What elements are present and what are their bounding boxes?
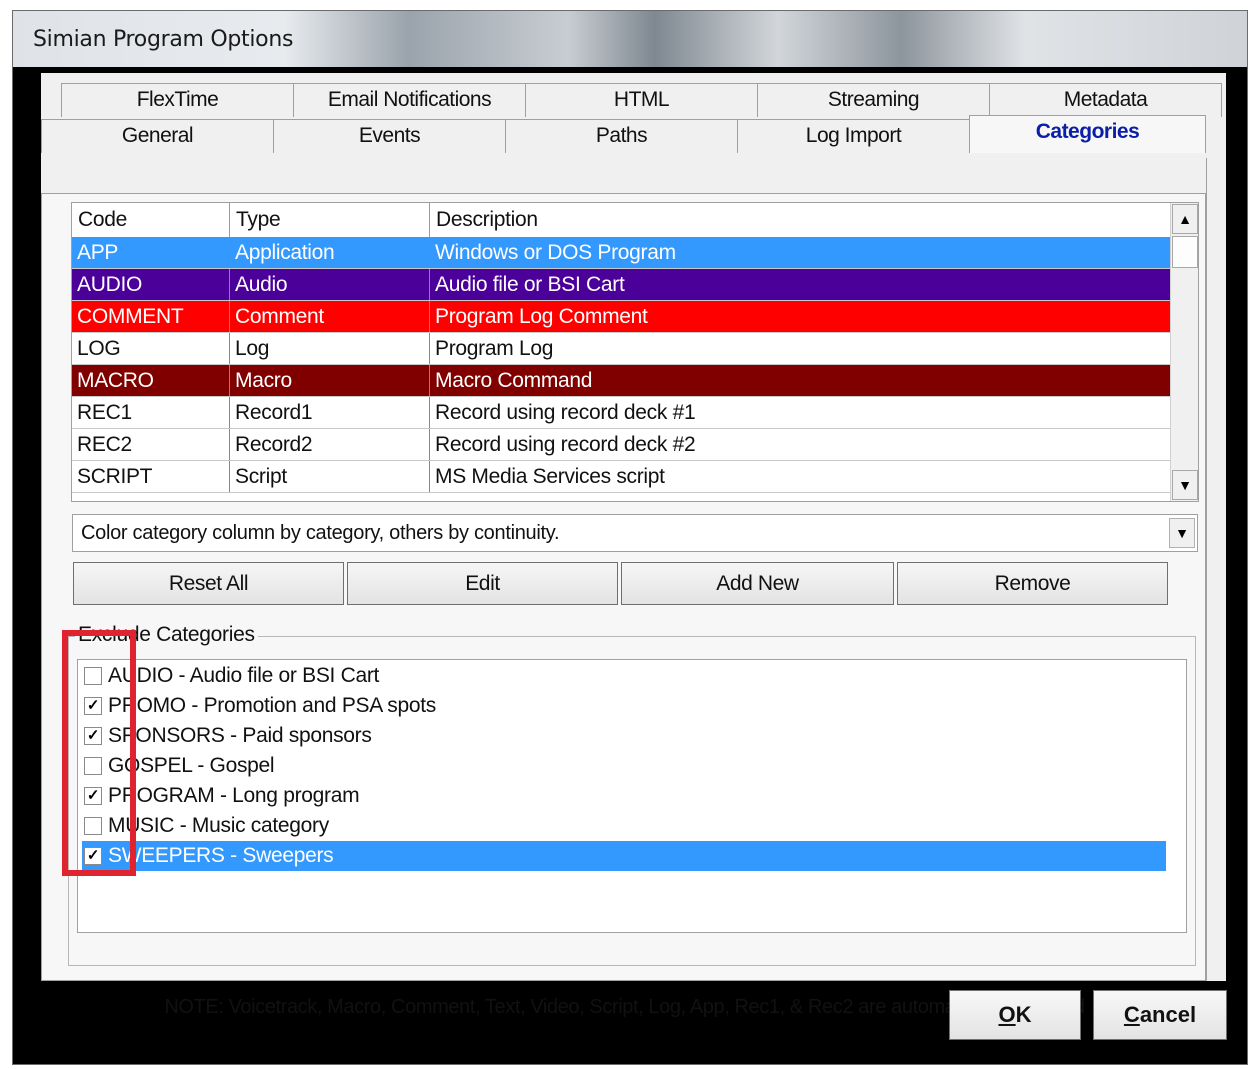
tab-control: FlexTime Email Notifications HTML Stream…: [41, 73, 1226, 1018]
grid-cell-type: Script: [230, 461, 430, 492]
grid-cell-description: Program Log: [435, 337, 554, 360]
categories-page: Code Type Description APP Application Wind…: [41, 193, 1206, 1018]
add-new-button[interactable]: Add New: [621, 562, 894, 605]
col-code-header[interactable]: Code: [72, 203, 230, 237]
cancel-label-rest: ancel: [1139, 1002, 1197, 1027]
cancel-button[interactable]: Cancel: [1093, 990, 1227, 1040]
scroll-up-icon[interactable]: ▲: [1172, 204, 1198, 234]
tab-metadata[interactable]: Metadata: [989, 83, 1222, 117]
exclude-item-label: PROMO - Promotion and PSA spots: [108, 694, 437, 717]
scroll-down-icon[interactable]: ▼: [1172, 470, 1198, 500]
exclude-item-label: PROGRAM - Long program: [108, 784, 360, 807]
exclude-item-label: SWEEPERS - Sweepers: [108, 844, 334, 867]
highlight-box: [62, 630, 136, 876]
table-row[interactable]: MACRO Macro Macro Command: [72, 365, 1170, 397]
coloring-mode-value: Color category column by category, other…: [81, 522, 560, 544]
grid-cell-code: COMMENT: [72, 301, 230, 332]
tab-events[interactable]: Events: [273, 119, 506, 153]
table-row[interactable]: COMMENT Comment Program Log Comment: [72, 301, 1170, 333]
tab-panel-edge: [1206, 158, 1226, 981]
grid-cell-description: Macro Command: [435, 369, 593, 392]
table-row[interactable]: APP Application Windows or DOS Program: [72, 237, 1170, 269]
title-bar[interactable]: Simian Program Options: [13, 11, 1247, 67]
tab-paths[interactable]: Paths: [505, 119, 738, 153]
grid-cell-description: Record using record deck #1: [435, 401, 696, 424]
table-row[interactable]: SCRIPT Script MS Media Services script: [72, 461, 1170, 493]
list-item[interactable]: ✓ SPONSORS - Paid sponsors: [82, 721, 1166, 751]
grid-cell-code: APP: [72, 237, 230, 268]
chevron-down-icon[interactable]: ▼: [1169, 518, 1195, 548]
grid-cell-description: Windows or DOS Program: [435, 241, 676, 264]
exclude-categories-list[interactable]: AUDIO - Audio file or BSI Cart ✓ PROMO - P…: [77, 659, 1187, 933]
edit-button[interactable]: Edit: [347, 562, 618, 605]
table-row[interactable]: LOG Log Program Log: [72, 333, 1170, 365]
grid-header: Code Type Description: [72, 203, 1170, 238]
tab-general[interactable]: General: [41, 119, 274, 153]
grid-cell-type: Comment: [230, 301, 430, 332]
tab-html[interactable]: HTML: [525, 83, 758, 117]
list-item[interactable]: AUDIO - Audio file or BSI Cart: [82, 661, 1166, 691]
tab-categories[interactable]: Categories: [969, 115, 1206, 153]
table-row[interactable]: AUDIO Audio Audio file or BSI Cart: [72, 269, 1170, 301]
list-item[interactable]: ✓ SWEEPERS - Sweepers: [82, 841, 1166, 871]
table-row[interactable]: REC1 Record1 Record using record deck #1: [72, 397, 1170, 429]
grid-cell-type: Audio: [230, 269, 430, 300]
list-item[interactable]: GOSPEL - Gospel: [82, 751, 1166, 781]
tab-flextime[interactable]: FlexTime: [61, 83, 294, 117]
ok-mnemonic: O: [998, 1002, 1016, 1027]
remove-button[interactable]: Remove: [897, 562, 1168, 605]
grid-scrollbar[interactable]: ▲ ▼: [1170, 203, 1198, 501]
col-type-header[interactable]: Type: [230, 203, 430, 237]
grid-cell-code: MACRO: [72, 365, 230, 396]
list-item[interactable]: MUSIC - Music category: [82, 811, 1166, 841]
exclude-item-label: SPONSORS - Paid sponsors: [108, 724, 372, 747]
col-description-header[interactable]: Description: [430, 203, 1170, 237]
ok-button[interactable]: OK: [949, 990, 1081, 1040]
grid-cell-description: MS Media Services script: [435, 465, 665, 488]
grid-cell-type: Log: [230, 333, 430, 364]
tab-log-import[interactable]: Log Import: [737, 119, 970, 153]
grid-cell-code: LOG: [72, 333, 230, 364]
ok-label-rest: K: [1015, 1002, 1032, 1027]
table-row[interactable]: REC2 Record2 Record using record deck #2: [72, 429, 1170, 461]
grid-cell-code: AUDIO: [72, 269, 230, 300]
grid-cell-description: Program Log Comment: [435, 305, 648, 328]
grid-cell-description: Record using record deck #2: [435, 433, 696, 456]
options-window: Simian Program Options FlexTime Email No…: [12, 10, 1248, 1065]
grid-cell-type: Record1: [230, 397, 430, 428]
reset-all-button[interactable]: Reset All: [73, 562, 344, 605]
grid-cell-type: Application: [230, 237, 430, 268]
grid-cell-code: SCRIPT: [72, 461, 230, 492]
grid-cell-code: REC2: [72, 429, 230, 460]
exclude-item-label: AUDIO - Audio file or BSI Cart: [108, 664, 380, 687]
tab-email-notifications[interactable]: Email Notifications: [293, 83, 526, 117]
exclude-categories-group: Exclude Categories AUDIO - Audio file or…: [68, 623, 1196, 966]
grid-cell-description: Audio file or BSI Cart: [435, 273, 625, 296]
window-title: Simian Program Options: [33, 27, 294, 52]
scroll-thumb[interactable]: [1172, 236, 1198, 268]
grid-cell-code: REC1: [72, 397, 230, 428]
grid-cell-type: Record2: [230, 429, 430, 460]
cancel-mnemonic: C: [1123, 1002, 1140, 1027]
list-item[interactable]: ✓ PROMO - Promotion and PSA spots: [82, 691, 1166, 721]
categories-grid[interactable]: Code Type Description APP Application Wind…: [71, 202, 1199, 502]
coloring-mode-select[interactable]: Color category column by category, other…: [72, 514, 1198, 552]
exclude-item-label: MUSIC - Music category: [108, 814, 329, 837]
tab-streaming[interactable]: Streaming: [757, 83, 990, 117]
list-item[interactable]: ✓ PROGRAM - Long program: [82, 781, 1166, 811]
grid-cell-type: Macro: [230, 365, 430, 396]
